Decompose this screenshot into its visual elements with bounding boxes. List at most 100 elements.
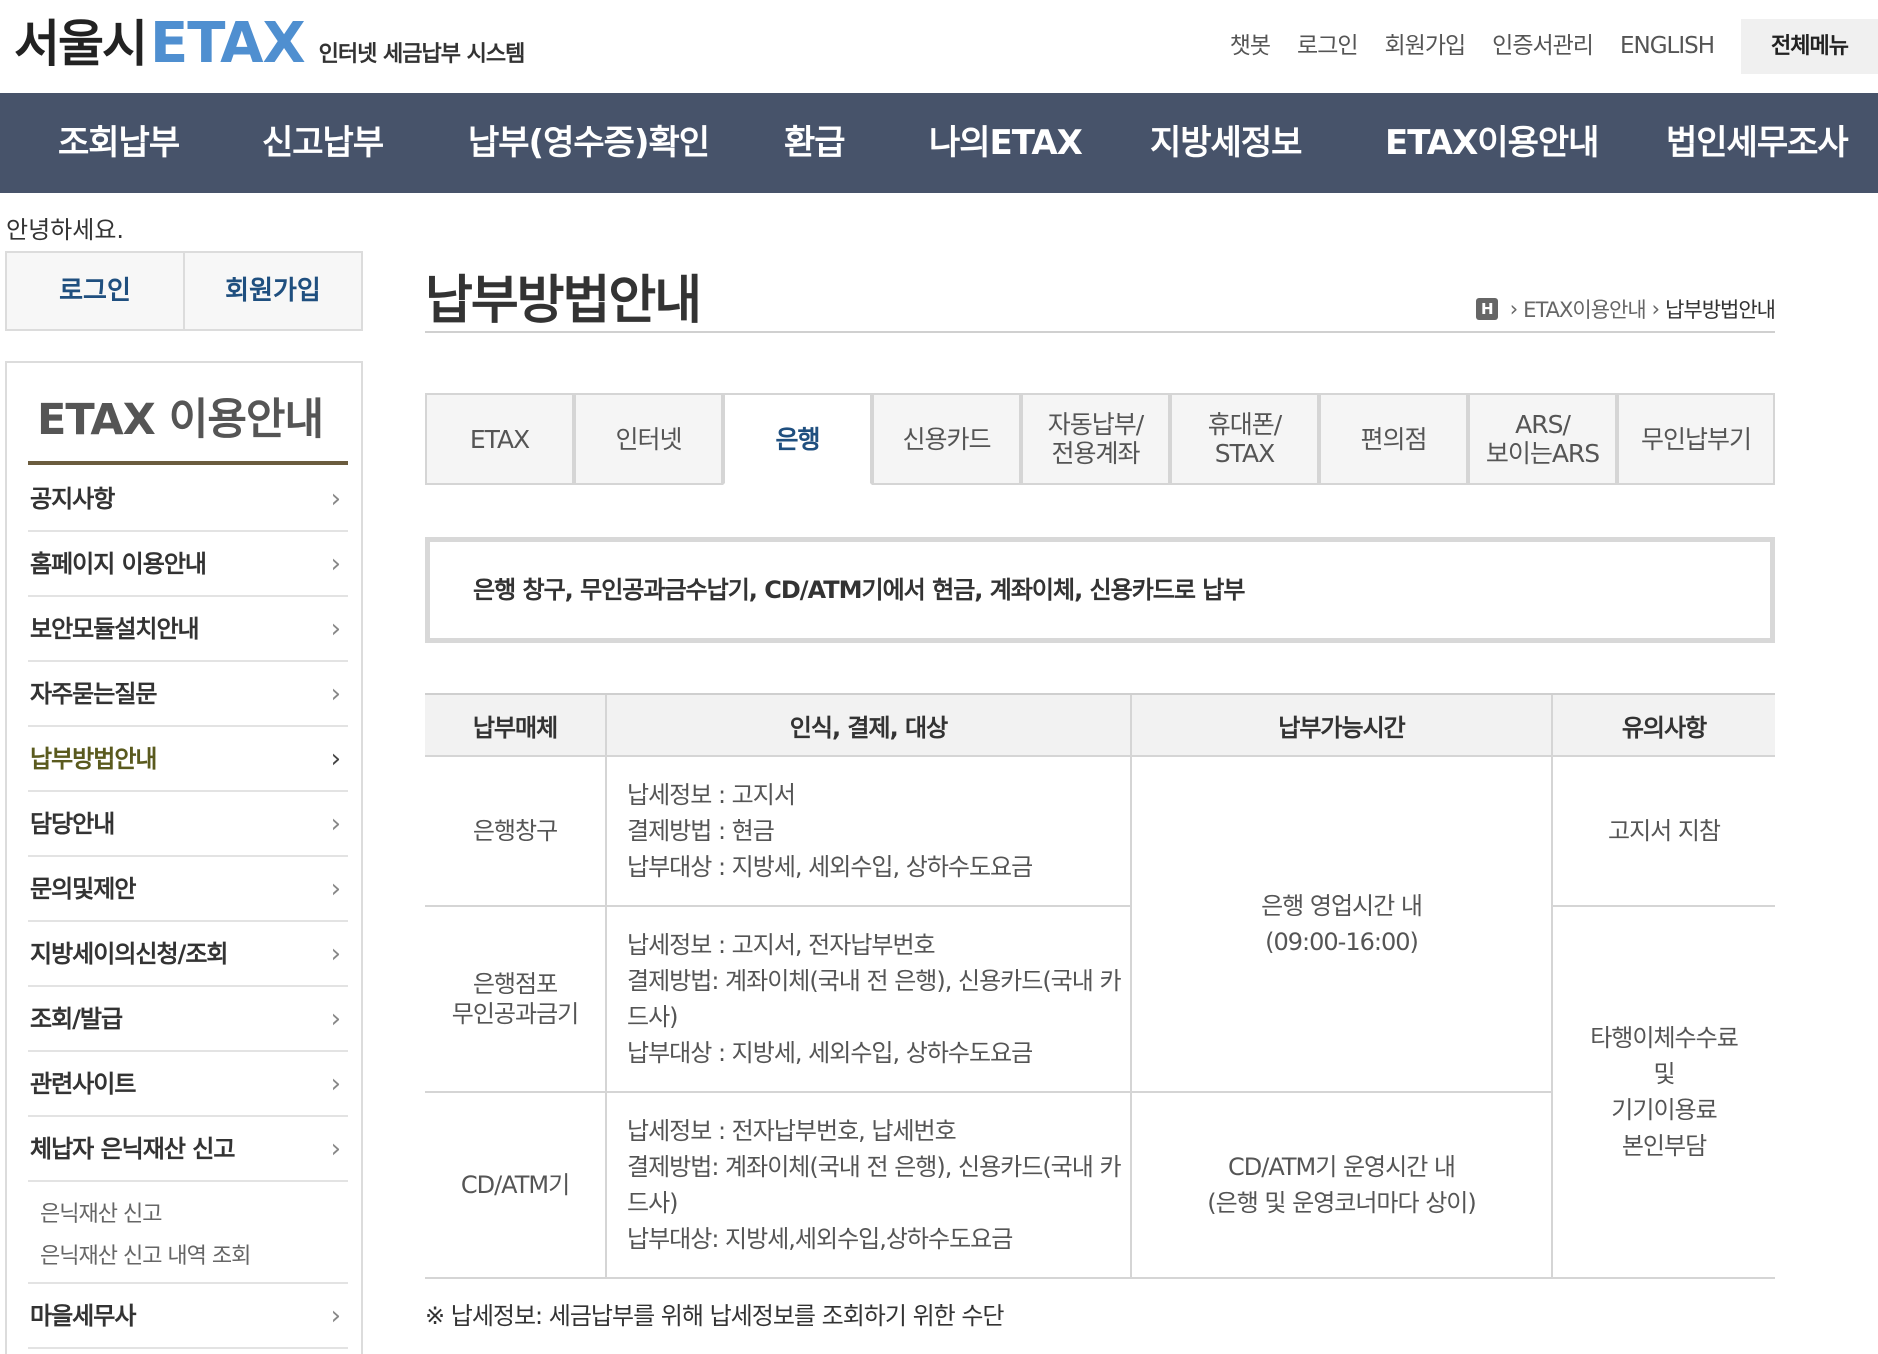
detail-line: 납세정보 : 전자납부번호, 납세번호 [627,1117,957,1145]
logo-subtitle: 인터넷 세금납부 시스템 [318,42,526,67]
site-logo[interactable]: 서울시 ETAX 인터넷 세금납부 시스템 [14,11,526,76]
side-item-label: 공지사항 [30,485,115,513]
detail-line: 결제방법: 계좌이체(국내 전 은행), 신용카드(국내 카드사) [627,1153,1122,1217]
detail-line: 결제방법 : 현금 [627,817,775,845]
site-header: 서울시 ETAX 인터넷 세금납부 시스템 챗봇 로그인 회원가입 인증서관리 … [0,0,1878,93]
english-link[interactable]: ENGLISH [1620,16,1715,76]
media-cell: CD/ATM기 [425,1092,606,1279]
media-label: 무인공과금기 [451,1000,579,1028]
note-line: 및 [1653,1060,1675,1088]
detail-cell: 납세정보 : 고지서, 전자납부번호 결제방법: 계좌이체(국내 전 은행), … [605,906,1131,1093]
note-cell: 고지서 지참 [1551,756,1775,907]
side-item-label: 지방세이의신청/조회 [30,940,228,968]
detail-line: 납부대상 : 지방세, 세외수입, 상하수도요금 [627,853,1033,881]
tab-kiosk[interactable]: 무인납부기 [1617,393,1775,485]
header-signup-link[interactable]: 회원가입 [1385,16,1467,76]
greeting-text: 안녕하세요. [6,216,125,244]
side-item-inquiry[interactable]: 문의및제안 › [28,857,348,922]
note-line: 기기이용료 [1611,1096,1717,1124]
login-button[interactable]: 로그인 [7,253,183,329]
signup-button[interactable]: 회원가입 [183,253,361,329]
detail-cell: 납세정보 : 고지서 결제방법 : 현금 납부대상 : 지방세, 세외수입, 상… [605,756,1131,907]
sub-item-hidden-asset-report[interactable]: 은닉재산 신고 [40,1194,348,1236]
side-item-hidden-assets[interactable]: 체납자 은닉재산 신고 › [28,1117,348,1182]
note-line: 타행이체수수료 [1590,1024,1739,1052]
column-header: 납부가능시간 [1130,693,1552,757]
side-item-label: 문의및제안 [30,875,136,903]
chevron-right-icon: › [330,549,341,579]
tab-auto-payment[interactable]: 자동납부/ 전용계좌 [1021,393,1170,485]
nav-corporate-audit[interactable]: 법인세무조사 [1666,93,1849,193]
side-item-security-module[interactable]: 보안모듈설치안내 › [28,597,348,662]
breadcrumb-separator-icon: › [1651,297,1660,321]
nav-report-payment[interactable]: 신고납부 [262,93,384,193]
detail-line: 납부대상: 지방세,세외수입,상하수도요금 [627,1225,1013,1253]
utility-menu: 챗봇 로그인 회원가입 인증서관리 ENGLISH 전체메뉴 [1230,16,1878,76]
time-line: CD/ATM기 운영시간 내 [1228,1153,1456,1181]
side-item-homepage-guide[interactable]: 홈페이지 이용안내 › [28,532,348,597]
side-item-faq[interactable]: 자주묻는질문 › [28,662,348,727]
note-line: 고지서 지참 [1607,817,1721,845]
side-item-objection[interactable]: 지방세이의신청/조회 › [28,922,348,987]
side-item-payment-methods[interactable]: 납부방법안내 › [28,727,348,792]
tab-convenience-store[interactable]: 편의점 [1319,393,1468,485]
breadcrumb: H › ETAX이용안내 › 납부방법안내 [1440,294,1776,324]
footnote: ※ 납세정보: 세금납부를 위해 납세정보를 조회하기 위한 수단 [425,1302,1005,1330]
side-item-label: 자주묻는질문 [30,680,157,708]
side-item-notice[interactable]: 공지사항 › [28,467,348,532]
tab-bank[interactable]: 은행 [723,393,872,485]
column-header: 납부매체 [425,693,606,757]
page-title: 납부방법안내 [425,271,702,331]
time-line: 은행 영업시간 내 [1261,892,1423,920]
side-item-label: 관련사이트 [30,1070,136,1098]
media-cell: 은행점포 무인공과금기 [425,906,606,1093]
nav-refund[interactable]: 환급 [784,93,846,193]
breadcrumb-level1[interactable]: ETAX이용안내 [1523,294,1646,324]
side-item-village-tax-adviser[interactable]: 마을세무사 › [28,1284,348,1349]
nav-etax-guide[interactable]: ETAX이용안내 [1385,93,1599,193]
breadcrumb-current: 납부방법안내 [1665,298,1776,322]
side-item-label: 체납자 은닉재산 신고 [30,1135,235,1163]
side-submenu: 은닉재산 신고 은닉재산 신고 내역 조회 [28,1182,348,1284]
nav-inquiry-payment[interactable]: 조회납부 [58,93,180,193]
table-row: 은행창구 납세정보 : 고지서 결제방법 : 현금 납부대상 : 지방세, 세외… [425,756,1775,1093]
media-label: CD/ATM기 [460,1171,570,1199]
side-item-label: 마을세무사 [30,1302,136,1330]
chatbot-link[interactable]: 챗봇 [1230,16,1271,76]
nav-receipt-check[interactable]: 납부(영수증)확인 [468,93,710,193]
bank-payment-table: 납부매체 인식, 결제, 대상 납부가능시간 유의사항 은행창구 납세정보 : … [425,693,1775,1279]
detail-line: 납세정보 : 고지서 [627,781,796,809]
tab-internet[interactable]: 인터넷 [574,393,723,485]
title-divider [425,331,1775,333]
nav-my-etax[interactable]: 나의ETAX [929,93,1083,193]
header-login-link[interactable]: 로그인 [1297,16,1358,76]
time-cell: CD/ATM기 운영시간 내 (은행 및 운영코너마다 상이) [1130,1092,1552,1279]
table-row: 은행점포 무인공과금기 납세정보 : 고지서, 전자납부번호 결제방법: 계좌이… [425,906,1775,1279]
all-menu-button[interactable]: 전체메뉴 [1741,18,1878,74]
side-item-issue[interactable]: 조회/발급 › [28,987,348,1052]
side-menu-title: ETAX 이용안내 [37,395,324,445]
logo-etax-text: ETAX [150,11,306,76]
side-item-label: 보안모듈설치안내 [30,615,200,643]
chevron-right-icon: › [330,1134,341,1164]
detail-cell: 납세정보 : 전자납부번호, 납세번호 결제방법: 계좌이체(국내 전 은행),… [605,1092,1131,1279]
side-item-label: 납부방법안내 [30,745,157,773]
note-cell: 타행이체수수료 및 기기이용료 본인부담 [1551,906,1775,1279]
detail-line: 납세정보 : 고지서, 전자납부번호 [627,931,936,959]
tab-mobile-stax[interactable]: 휴대폰/ STAX [1170,393,1319,485]
side-item-contacts[interactable]: 담당안내 › [28,792,348,857]
home-icon[interactable]: H [1475,298,1498,320]
certificate-link[interactable]: 인증서관리 [1492,16,1594,76]
tab-ars[interactable]: ARS/ 보이는ARS [1468,393,1617,485]
time-cell: 은행 영업시간 내 (09:00-16:00) [1130,756,1552,1093]
side-item-related-sites[interactable]: 관련사이트 › [28,1052,348,1117]
note-line: 본인부담 [1621,1132,1707,1160]
tab-credit-card[interactable]: 신용카드 [872,393,1021,485]
chevron-right-icon: › [330,939,341,969]
sub-item-hidden-asset-history[interactable]: 은닉재산 신고 내역 조회 [40,1236,348,1278]
logo-seoul-text: 서울시 [14,15,148,73]
tab-etax[interactable]: ETAX [425,393,574,485]
chevron-right-icon: › [330,874,341,904]
nav-local-tax-info[interactable]: 지방세정보 [1150,93,1302,193]
chevron-right-icon: › [330,484,341,514]
